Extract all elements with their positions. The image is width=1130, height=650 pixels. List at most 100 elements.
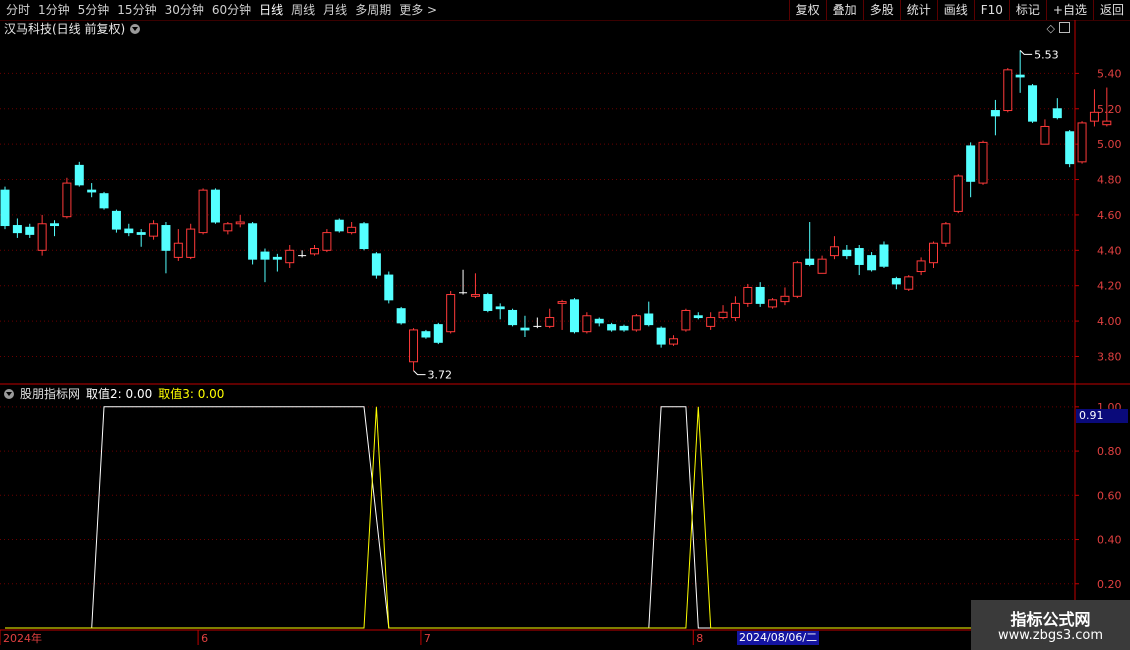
candle-body (854, 248, 864, 265)
candle-body (718, 311, 728, 319)
candle-body (929, 242, 938, 264)
candle-body (569, 299, 579, 333)
candle-body (891, 278, 901, 285)
indicator-title-area: 股朋指标网 取值2: 0.00 取值3: 0.00 (4, 387, 224, 401)
candle-body (446, 294, 456, 333)
candle-body (1028, 85, 1038, 122)
candle-body (904, 276, 914, 290)
candle-body (310, 248, 319, 255)
candle-body (730, 302, 740, 319)
time-label: 7 (424, 632, 431, 645)
watermark-url: www.zbgs3.com (997, 628, 1104, 643)
price-tick-label: 4.80 (1097, 174, 1122, 187)
indicator-current-value: 0.91 (1076, 409, 1128, 423)
indicator-tick-label: 0.40 (1097, 534, 1122, 547)
candle-body (235, 221, 245, 225)
candle-body (990, 110, 1000, 117)
candle-body (0, 189, 10, 227)
candle-body (12, 225, 22, 234)
candle-body (37, 223, 47, 251)
candle-body (1065, 131, 1075, 165)
candle-body (111, 210, 121, 230)
candle-body (149, 223, 159, 237)
indicator-tick-label: 0.80 (1097, 445, 1122, 458)
time-label: 6 (201, 632, 208, 645)
candle-body (173, 242, 183, 258)
candle-body (186, 228, 196, 258)
candle-body (953, 175, 963, 212)
indicator-value2: 取值2: 0.00 (86, 387, 153, 401)
candle-body (223, 223, 233, 232)
candle-body (433, 324, 443, 343)
candle-body (285, 249, 295, 264)
candle-body (916, 260, 926, 273)
candle-body (607, 324, 617, 331)
candle-body (941, 223, 951, 244)
indicator-line-2 (5, 406, 1074, 629)
price-tick-label: 5.40 (1097, 67, 1122, 80)
candle-body (706, 317, 716, 327)
price-tick-label: 4.40 (1097, 244, 1122, 257)
candle-body (322, 232, 332, 251)
candle-body (619, 325, 629, 331)
candle-body (1089, 111, 1099, 122)
candle-body (755, 286, 765, 304)
candle-body (371, 253, 381, 276)
price-tick-label: 4.20 (1097, 280, 1122, 293)
candle-body (743, 286, 753, 304)
candle-body (545, 317, 555, 327)
indicator-line-3 (5, 406, 1074, 629)
candle-body (1052, 108, 1062, 119)
candle-body (594, 318, 604, 324)
candle-body (347, 226, 357, 234)
candle-body (1003, 69, 1013, 112)
candle-body (495, 306, 505, 310)
candle-body (669, 338, 679, 345)
candle-body (384, 274, 394, 301)
price-tick-label: 4.00 (1097, 315, 1122, 328)
indicator-name: 股朋指标网 (20, 387, 81, 401)
candle-body (644, 313, 654, 326)
candle-body (1077, 122, 1087, 163)
candle-body (136, 232, 146, 235)
high-price-label: 5.53 (1034, 48, 1059, 61)
candle-body (50, 223, 60, 227)
indicator-value3: 取值3: 0.00 (158, 387, 225, 401)
watermark: 指标公式网 www.zbgs3.com (971, 600, 1130, 650)
candle-body (978, 141, 988, 184)
watermark-title: 指标公式网 (1010, 610, 1091, 629)
candle-body (631, 315, 641, 331)
candle-body (829, 246, 839, 257)
candle-body (124, 228, 134, 234)
candle-body (656, 327, 666, 345)
candle-body (409, 329, 419, 363)
candle-body (792, 262, 802, 297)
price-tick-label: 5.00 (1097, 138, 1122, 151)
candle-body (867, 255, 877, 271)
candle-body (1040, 125, 1050, 145)
time-label: 8 (696, 632, 703, 645)
kline-chart[interactable]: 5.40 5.20 5.00 4.80 4.60 4.40 4.20 4.00 3.80 5.53… (0, 0, 1130, 650)
candle-body (248, 223, 258, 260)
candle-body (879, 244, 889, 267)
price-tick-label: 4.60 (1097, 209, 1122, 222)
candle-body (508, 309, 518, 326)
candle-body (334, 219, 344, 232)
candle-body (99, 193, 109, 209)
candle-body (1015, 74, 1025, 78)
cursor-date-badge: 2024/08/06/二 (737, 631, 820, 645)
candle-body (272, 256, 282, 260)
candle-body (210, 189, 220, 223)
candle-body (1102, 120, 1112, 126)
indicator-dropdown-icon[interactable] (4, 389, 14, 399)
time-label: 2024年 (3, 631, 42, 645)
candle-body (470, 294, 480, 297)
indicator-tick-label: 0.60 (1097, 489, 1122, 502)
candle-body (483, 294, 493, 311)
candle-body (396, 308, 406, 324)
low-price-label: 3.72 (428, 369, 453, 382)
candle-body (260, 251, 270, 260)
candle-body (62, 182, 72, 218)
candle-body (681, 309, 691, 331)
high-marker-arrow (1019, 50, 1033, 55)
